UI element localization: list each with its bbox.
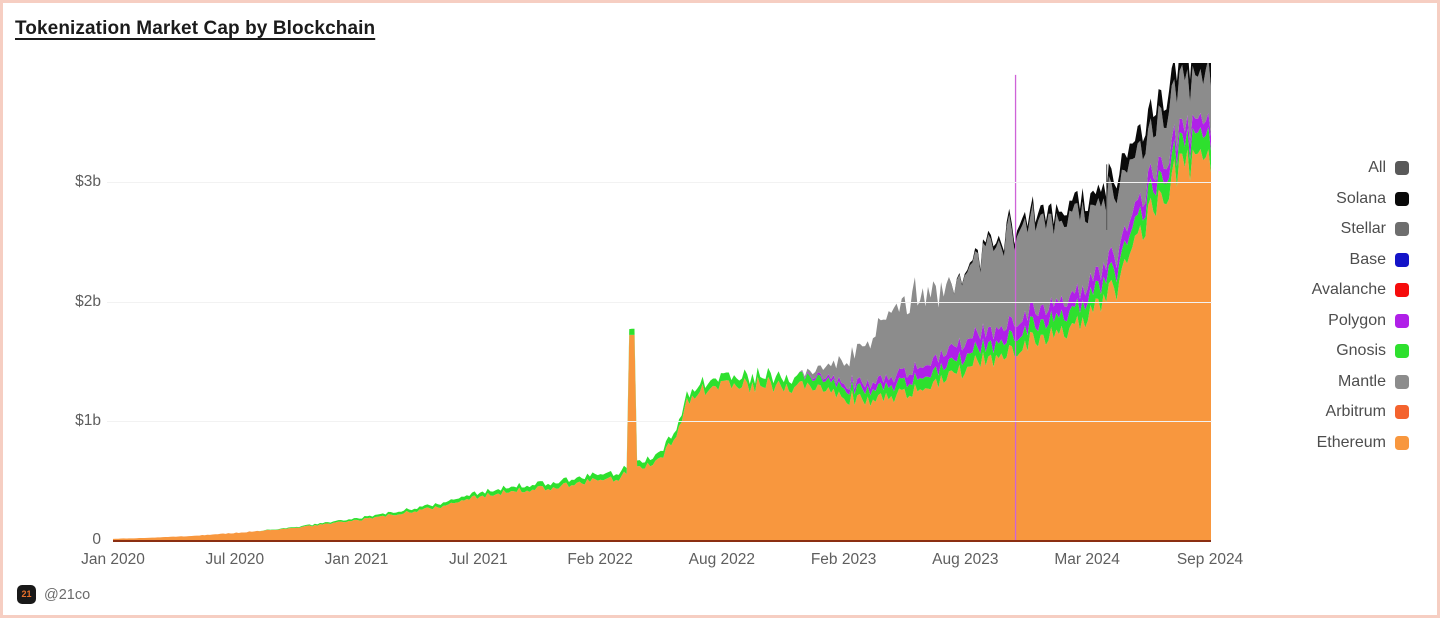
x-axis: Jan 2020 Jul 2020 Jan 2021 Jul 2021 Feb 2022… <box>3 551 1283 577</box>
chart-legend: All Solana Stellar Base Avalanche Polygon Gnos… <box>1259 153 1409 458</box>
y-tick-label: 0 <box>92 531 101 548</box>
legend-item-stellar[interactable]: Stellar <box>1259 214 1409 245</box>
legend-item-mantle[interactable]: Mantle <box>1259 367 1409 398</box>
legend-swatch-all <box>1395 161 1409 176</box>
x-tick-label: Jan 2021 <box>324 551 389 568</box>
legend-item-label: Gnosis <box>1336 342 1386 360</box>
legend-item-label: Ethereum <box>1316 433 1386 451</box>
gridline <box>107 420 1212 422</box>
x-axis-baseline <box>113 540 1211 542</box>
y-axis: 0 $1b $2b $3b <box>3 3 101 615</box>
y-tick-label: $2b <box>75 292 101 310</box>
x-tick-label: Jul 2021 <box>448 551 508 568</box>
gridline <box>107 301 1212 303</box>
legend-item-label: Solana <box>1336 189 1386 207</box>
y-tick-label: $1b <box>75 411 101 429</box>
legend-item-arbitrum[interactable]: Arbitrum <box>1259 397 1409 428</box>
legend-swatch-polygon <box>1395 313 1409 328</box>
legend-swatch-ethereum <box>1395 435 1409 450</box>
x-tick-label: Sep 2024 <box>1176 551 1244 568</box>
legend-item-base[interactable]: Base <box>1259 245 1409 276</box>
y-tick-label: $3b <box>75 173 101 191</box>
legend-swatch-solana <box>1395 191 1409 206</box>
x-tick-label: Jul 2020 <box>205 551 265 568</box>
area-series-ethereum <box>113 149 1211 541</box>
footer: 21 @21co <box>17 585 90 604</box>
legend-item-ethereum[interactable]: Ethereum <box>1259 428 1409 459</box>
legend-swatch-mantle <box>1395 374 1409 389</box>
legend-item-all[interactable]: All <box>1259 153 1409 184</box>
gridline <box>107 182 1212 184</box>
legend-swatch-stellar <box>1395 222 1409 237</box>
legend-swatch-arbitrum <box>1395 405 1409 420</box>
x-tick-label: Aug 2023 <box>932 551 999 568</box>
chart-page: Tokenization Market Cap by Blockchain 0 $… <box>0 0 1440 618</box>
legend-item-polygon[interactable]: Polygon <box>1259 306 1409 337</box>
brand-logo-text: 21 <box>21 589 32 599</box>
legend-item-label: All <box>1368 159 1386 177</box>
brand-handle: @21co <box>44 586 91 603</box>
x-tick-label: Feb 2023 <box>810 551 877 568</box>
legend-item-label: Stellar <box>1340 220 1386 238</box>
legend-item-gnosis[interactable]: Gnosis <box>1259 336 1409 367</box>
x-tick-label: Mar 2024 <box>1054 551 1120 568</box>
legend-swatch-gnosis <box>1395 344 1409 359</box>
legend-item-label: Avalanche <box>1311 281 1386 299</box>
legend-item-solana[interactable]: Solana <box>1259 184 1409 215</box>
x-tick-label: Jan 2020 <box>81 551 145 568</box>
legend-item-label: Mantle <box>1337 372 1386 390</box>
brand-logo-icon: 21 <box>17 585 36 604</box>
legend-item-label: Base <box>1349 250 1386 268</box>
legend-item-avalanche[interactable]: Avalanche <box>1259 275 1409 306</box>
legend-item-label: Arbitrum <box>1325 403 1386 421</box>
legend-item-label: Polygon <box>1328 311 1386 329</box>
legend-swatch-avalanche <box>1395 283 1409 298</box>
x-tick-label: Aug 2022 <box>688 551 756 568</box>
legend-swatch-base <box>1395 252 1409 267</box>
x-tick-label: Feb 2022 <box>567 551 633 568</box>
